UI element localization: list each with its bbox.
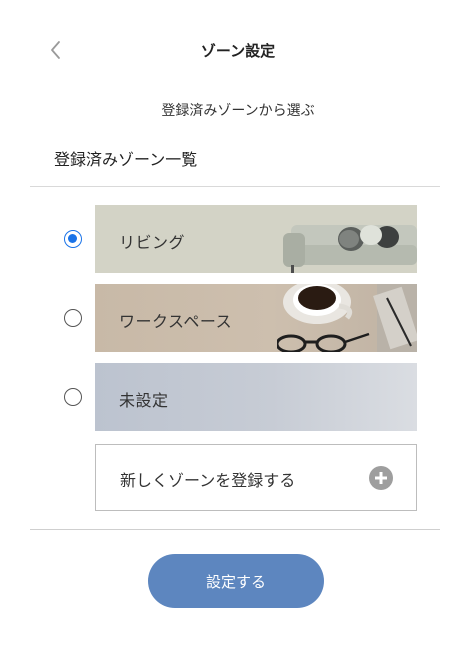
zone-row-workspace: ワークスペース xyxy=(0,284,476,354)
sofa-image xyxy=(277,205,417,273)
submit-button[interactable]: 設定する xyxy=(148,554,324,608)
subtitle: 登録済みゾーンから選ぶ xyxy=(161,103,315,119)
section-heading: 登録済みゾーン一覧 xyxy=(54,150,198,169)
radio-selected-dot xyxy=(68,234,77,243)
zone-label: ワークスペース xyxy=(119,312,233,331)
divider xyxy=(30,529,440,530)
coffee-desk-image xyxy=(277,284,417,352)
zone-label: 未設定 xyxy=(119,391,169,410)
radio-workspace[interactable] xyxy=(64,309,82,327)
add-zone-label: 新しくゾーンを登録する xyxy=(120,471,296,490)
radio-living[interactable] xyxy=(64,230,82,248)
zone-card-living[interactable]: リビング xyxy=(95,205,417,273)
page-title: ゾーン設定 xyxy=(200,42,276,60)
zone-row-unset: 未設定 xyxy=(0,363,476,433)
radio-unset[interactable] xyxy=(64,388,82,406)
add-zone-button[interactable]: 新しくゾーンを登録する xyxy=(95,444,417,511)
divider xyxy=(30,186,440,187)
zone-row-living: リビング xyxy=(0,205,476,275)
zone-label: リビング xyxy=(119,233,186,252)
header: ゾーン設定 xyxy=(0,0,476,100)
zone-card-unset[interactable]: 未設定 xyxy=(95,363,417,431)
plus-circle-icon xyxy=(369,466,393,490)
zone-card-workspace[interactable]: ワークスペース xyxy=(95,284,417,352)
